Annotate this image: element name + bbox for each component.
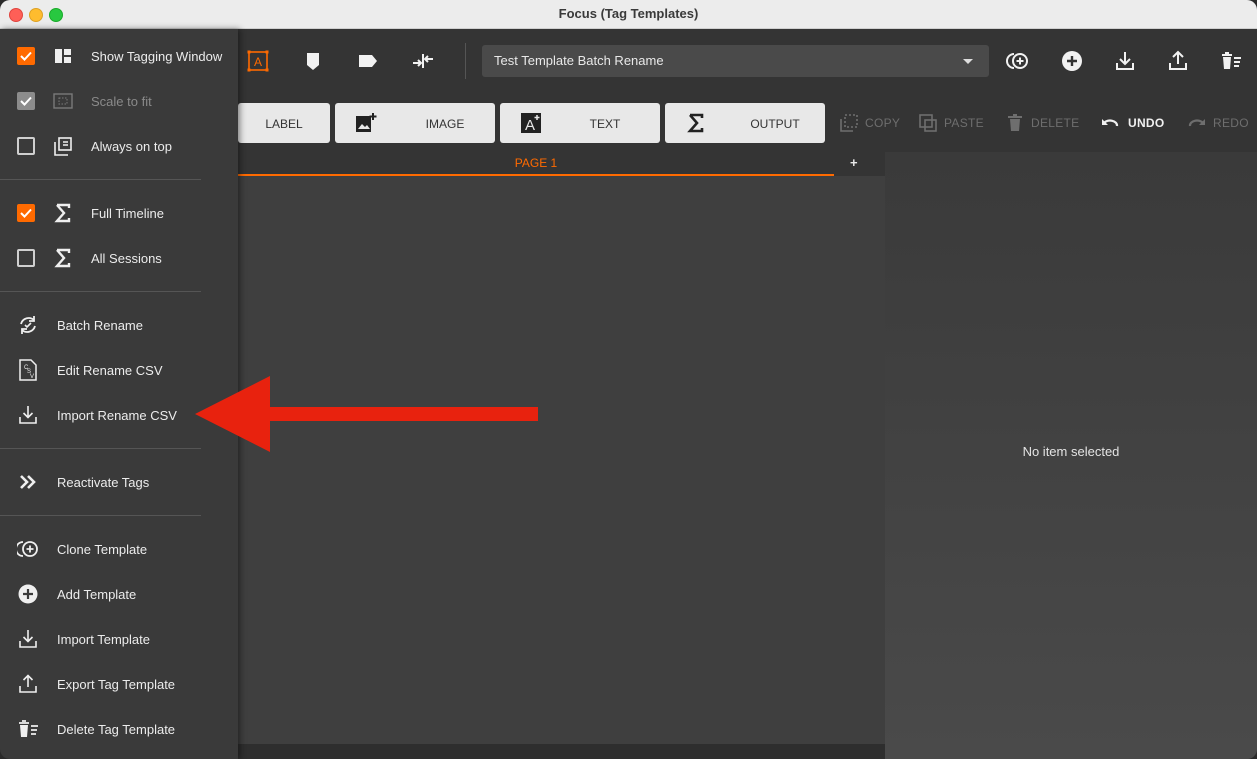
label-tag-icon[interactable] (356, 49, 380, 73)
properties-panel: No item selected (885, 152, 1257, 759)
export-icon[interactable] (1166, 49, 1190, 73)
merge-arrows-icon[interactable] (411, 49, 435, 73)
add-image-icon (355, 112, 377, 134)
menu-item-all-sessions[interactable]: All Sessions (0, 240, 238, 276)
sigma-icon (52, 247, 74, 269)
export-icon (17, 673, 39, 695)
undo-label: UNDO (1128, 116, 1165, 130)
menu-item-label: Add Template (57, 587, 137, 602)
add-label-button-text: LABEL (265, 117, 303, 131)
menu-item-label: Full Timeline (91, 206, 164, 221)
svg-text:V: V (30, 374, 34, 380)
menu-item-label: Import Template (57, 632, 150, 647)
menu-item-export-tag-template[interactable]: Export Tag Template (0, 666, 238, 702)
tab-page-1[interactable]: PAGE 1 (238, 152, 834, 176)
csv-file-icon: CSV (17, 359, 39, 381)
menu-item-full-timeline[interactable]: Full Timeline (0, 195, 238, 231)
menu-divider (0, 448, 201, 449)
delete-list-icon (17, 718, 39, 740)
menu-item-import-template[interactable]: Import Template (0, 621, 238, 657)
copy-label: COPY (865, 116, 901, 130)
window-title: Focus (Tag Templates) (558, 6, 699, 21)
app-window: Focus (Tag Templates) A Test Template Ba… (0, 0, 1257, 759)
import-icon (17, 404, 39, 426)
scale-fit-icon (52, 90, 74, 112)
empty-selection-message: No item selected (1022, 444, 1120, 459)
menu-item-label: Edit Rename CSV (57, 363, 163, 378)
menu-divider (0, 291, 201, 292)
template-tag-icon[interactable]: A (246, 49, 270, 73)
svg-text:A: A (525, 117, 535, 134)
clone-icon[interactable] (1006, 49, 1030, 73)
add-text-button[interactable]: A TEXT (500, 103, 660, 143)
checkbox-checked-disabled[interactable] (17, 92, 35, 110)
menu-item-label: Reactivate Tags (57, 475, 150, 490)
delete-label: DELETE (1031, 116, 1080, 130)
add-image-button-text: IMAGE (425, 117, 465, 131)
menu-item-batch-rename[interactable]: Batch Rename (0, 307, 238, 343)
tab-page-1-label: PAGE 1 (514, 156, 558, 170)
checkbox-checked[interactable] (17, 204, 35, 222)
add-output-button-text: OUTPUT (750, 117, 800, 131)
add-icon (17, 583, 39, 605)
checkbox-unchecked[interactable] (17, 249, 35, 267)
menu-item-label: Batch Rename (57, 318, 143, 333)
import-icon (17, 628, 39, 650)
menu-item-label: Clone Template (57, 542, 148, 557)
menu-item-label: Import Rename CSV (57, 408, 177, 423)
menu-item-label: Show Tagging Window (91, 49, 223, 64)
menu-item-reactivate-tags[interactable]: Reactivate Tags (0, 464, 238, 500)
menu-item-label: Export Tag Template (57, 677, 176, 692)
sigma-icon (52, 202, 74, 224)
menu-item-add-template[interactable]: Add Template (0, 576, 238, 612)
add-label-button[interactable]: LABEL (238, 103, 330, 143)
add-text-button-text: TEXT (589, 117, 621, 131)
menu-item-scale-to-fit[interactable]: Scale to fit (0, 83, 238, 119)
always-on-top-icon (52, 135, 74, 157)
menu-item-always-on-top[interactable]: Always on top (0, 128, 238, 164)
add-page-button[interactable]: + (850, 155, 858, 170)
sigma-icon (685, 112, 707, 134)
clone-icon (15, 538, 39, 560)
copy-icon (839, 113, 859, 133)
menu-item-show-tagging-window[interactable]: Show Tagging Window (0, 38, 238, 74)
checkbox-checked[interactable] (17, 47, 35, 65)
toolbar-separator (465, 43, 466, 79)
chevron-down-icon (963, 59, 973, 64)
template-select-value: Test Template Batch Rename (494, 53, 664, 68)
layout-icon (52, 45, 74, 67)
import-icon[interactable] (1113, 49, 1137, 73)
add-output-button[interactable]: OUTPUT (665, 103, 825, 143)
delete-list-icon[interactable] (1219, 49, 1243, 73)
checkbox-unchecked[interactable] (17, 137, 35, 155)
add-icon[interactable] (1060, 49, 1084, 73)
trash-icon (1005, 113, 1025, 133)
shield-tag-icon[interactable] (301, 49, 325, 73)
menu-divider (0, 179, 201, 180)
undo-icon (1100, 113, 1120, 133)
menu-item-label: Always on top (91, 139, 172, 154)
menu-item-delete-tag-template[interactable]: Delete Tag Template (0, 711, 238, 747)
menu-item-label: Delete Tag Template (57, 722, 176, 737)
menu-item-label: Scale to fit (91, 94, 152, 109)
double-chevron-icon (17, 471, 39, 493)
redo-label: REDO (1213, 116, 1249, 130)
template-select[interactable]: Test Template Batch Rename (482, 45, 989, 77)
title-bar: Focus (Tag Templates) (0, 0, 1257, 29)
redo-icon (1187, 113, 1207, 133)
menu-item-clone-template[interactable]: Clone Template (0, 531, 238, 567)
add-text-icon: A (520, 112, 542, 134)
svg-text:A: A (254, 55, 262, 69)
batch-rename-icon (17, 314, 39, 336)
annotation-arrow (195, 376, 540, 454)
menu-divider (0, 515, 201, 516)
add-image-button[interactable]: IMAGE (335, 103, 495, 143)
paste-label: PASTE (944, 116, 984, 130)
menu-item-label: All Sessions (91, 251, 162, 266)
paste-icon (918, 113, 938, 133)
